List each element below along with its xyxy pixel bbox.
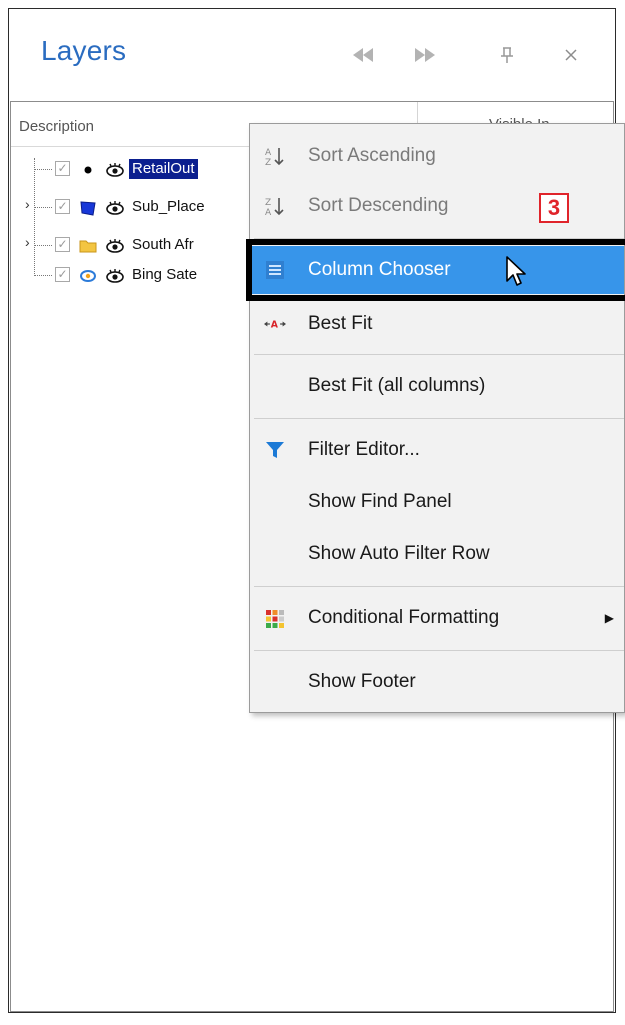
menu-item-best-fit[interactable]: A Best Fit (250, 300, 624, 348)
sort-descending-icon: ZA (264, 195, 286, 217)
tree-connector (34, 158, 35, 276)
menu-separator (254, 418, 624, 419)
tree-connector (34, 275, 52, 276)
menu-item-label: Column Chooser (308, 259, 451, 280)
menu-item-label: Show Find Panel (308, 491, 452, 512)
menu-item-conditional-formatting[interactable]: Conditional Formatting ▶ (250, 594, 624, 642)
menu-item-show-find-panel[interactable]: Show Find Panel (250, 478, 624, 526)
eye-icon[interactable] (106, 268, 124, 286)
menu-item-show-auto-filter-row[interactable]: Show Auto Filter Row (250, 530, 624, 578)
menu-item-sort-ascending[interactable]: AZ Sort Ascending (250, 132, 624, 180)
best-fit-icon: A (264, 313, 286, 335)
dot-icon (79, 162, 97, 178)
menu-item-label: Filter Editor... (308, 439, 420, 460)
layer-name[interactable]: RetailOut (129, 159, 198, 179)
menu-item-label: Sort Descending (308, 195, 449, 216)
bing-satellite-icon (79, 268, 97, 284)
tree-connector (34, 169, 52, 170)
svg-text:A: A (271, 319, 279, 330)
layer-checkbox[interactable]: ✓ (55, 237, 70, 252)
pin-icon[interactable] (493, 41, 521, 69)
next-icon[interactable] (411, 41, 439, 69)
filter-icon (264, 439, 286, 461)
expand-arrow-icon[interactable]: › (25, 235, 30, 249)
svg-text:Z: Z (265, 198, 271, 208)
conditional-formatting-icon (264, 607, 286, 629)
menu-item-best-fit-all-columns[interactable]: Best Fit (all columns) (250, 362, 624, 410)
menu-separator (254, 354, 624, 355)
menu-separator (254, 238, 624, 239)
column-chooser-icon (264, 259, 286, 281)
layer-name[interactable]: South Afr (129, 235, 197, 255)
panel-title: Layers (41, 35, 127, 66)
svg-text:A: A (265, 208, 272, 217)
menu-item-label: Best Fit (308, 313, 373, 334)
tree-connector (34, 245, 52, 246)
polygon-icon (79, 200, 97, 216)
tree-connector (34, 207, 52, 208)
layer-name[interactable]: Sub_Place (129, 197, 208, 217)
layer-checkbox[interactable]: ✓ (55, 199, 70, 214)
close-icon[interactable] (557, 41, 585, 69)
panel-header: Layers (9, 9, 615, 101)
svg-text:Z: Z (265, 158, 271, 167)
folder-icon (79, 238, 97, 254)
submenu-arrow-icon: ▶ (604, 611, 614, 625)
eye-icon[interactable] (106, 200, 124, 218)
step-badge: 3 (539, 193, 569, 223)
layer-checkbox[interactable]: ✓ (55, 161, 70, 176)
menu-item-column-chooser[interactable]: Column Chooser (250, 246, 624, 294)
menu-item-label: Show Footer (308, 671, 416, 692)
eye-icon[interactable] (106, 162, 124, 180)
sort-ascending-icon: AZ (264, 145, 286, 167)
menu-item-show-footer[interactable]: Show Footer (250, 658, 624, 706)
layer-checkbox[interactable]: ✓ (55, 267, 70, 282)
menu-item-label: Conditional Formatting (308, 607, 500, 628)
eye-icon[interactable] (106, 238, 124, 256)
menu-item-label: Sort Ascending (308, 145, 436, 166)
svg-text:A: A (265, 148, 272, 158)
mouse-cursor-icon (506, 256, 530, 290)
menu-separator (254, 586, 624, 587)
column-header-description[interactable]: Description (19, 118, 94, 135)
layer-name[interactable]: Bing Sate (129, 265, 200, 285)
expand-arrow-icon[interactable]: › (25, 197, 30, 211)
menu-item-filter-editor[interactable]: Filter Editor... (250, 426, 624, 474)
menu-item-label: Show Auto Filter Row (308, 543, 490, 564)
previous-icon[interactable] (349, 41, 377, 69)
menu-item-label: Best Fit (all columns) (308, 375, 486, 396)
menu-separator (254, 650, 624, 651)
